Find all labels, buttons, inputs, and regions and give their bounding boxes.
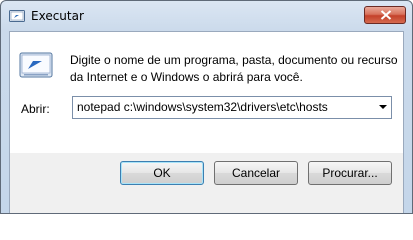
open-combobox[interactable]: notepad c:\windows\system32\drivers\etc\…: [72, 96, 392, 119]
window-title: Executar: [31, 9, 84, 23]
dialog-description: Digite o nome de um programa, pasta, doc…: [70, 53, 398, 84]
open-input[interactable]: notepad c:\windows\system32\drivers\etc\…: [77, 100, 328, 114]
run-dialog: Executar Digite o nome de um programa, p…: [0, 0, 413, 214]
button-bar: OK Cancelar Procurar...: [9, 153, 404, 213]
run-icon: [9, 8, 25, 24]
open-label: Abrir:: [21, 102, 50, 116]
title-bar[interactable]: Executar: [1, 1, 412, 31]
close-icon: [380, 10, 392, 20]
run-program-icon: [18, 46, 54, 82]
dialog-body: Digite o nome de um programa, pasta, doc…: [9, 31, 404, 153]
close-button[interactable]: [364, 6, 406, 24]
cancel-button[interactable]: Cancelar: [214, 161, 298, 185]
chevron-down-icon[interactable]: [379, 105, 387, 109]
browse-button[interactable]: Procurar...: [308, 161, 392, 185]
ok-button[interactable]: OK: [120, 161, 204, 185]
